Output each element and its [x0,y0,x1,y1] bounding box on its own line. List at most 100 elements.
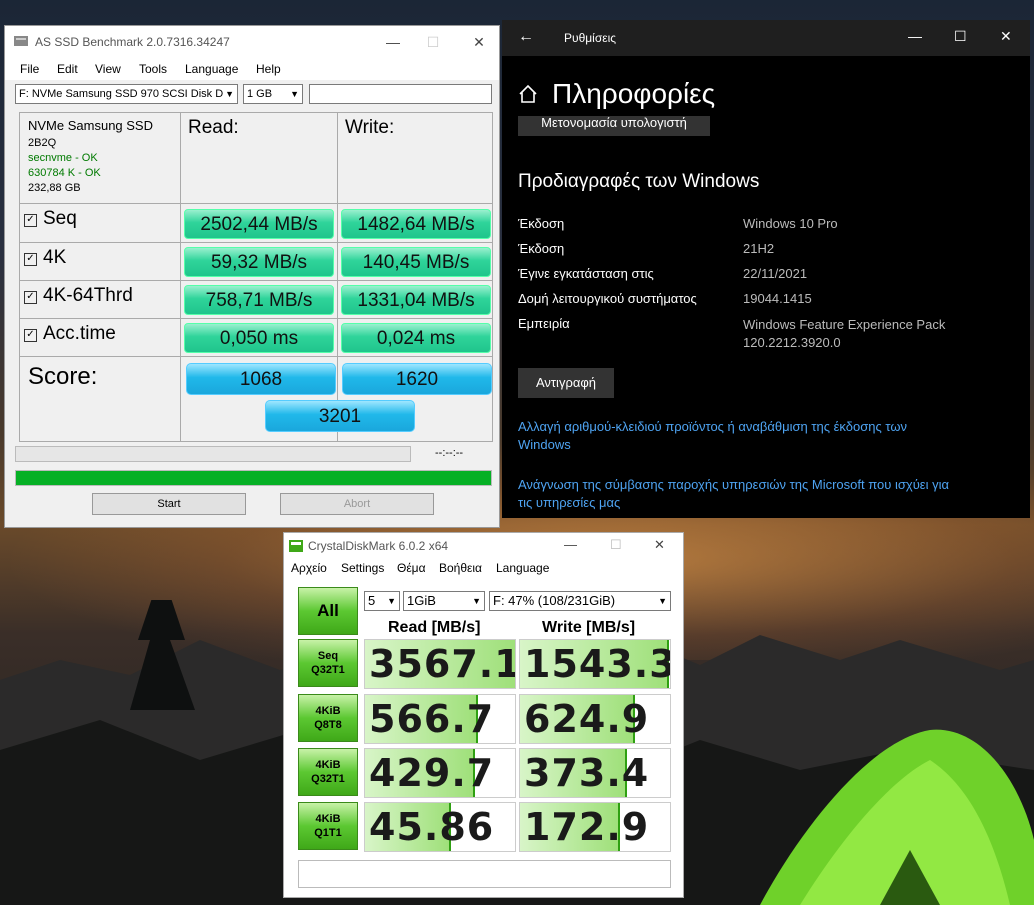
score-write: 1620 [342,363,492,395]
drive-select-value: F: NVMe Samsung SSD 970 SCSI Disk D [19,88,224,100]
size-select[interactable]: 1 GB ▼ [243,84,303,104]
menu-theme[interactable]: Θέμα [397,561,426,575]
test-name: 4KiB [315,759,341,771]
read-result-value: 429.7 [369,751,495,795]
row-label: 4K-64Thrd [43,285,133,306]
checkbox-icon[interactable]: ✓ [24,214,37,227]
row-seq[interactable]: ✓ Seq [24,208,77,230]
menu-file[interactable]: Αρχείο [291,561,327,575]
read-result-value: 3567.1 [369,642,516,686]
window-title: CrystalDiskMark 6.0.2 x64 [308,539,449,553]
test-button[interactable]: Seq Q32T1 [298,639,358,687]
settings-window: ← Ρυθμίσεις — ☐ ✕ Πληροφορίες Μετονομασί… [502,20,1030,518]
row-label: Acc.time [43,323,116,344]
count-select[interactable]: 5 ▼ [364,591,400,611]
read-result-cell: 429.7 [364,748,516,798]
write-result-value: 172.9 [524,805,650,849]
checkbox-icon[interactable]: ✓ [24,291,37,304]
change-product-key-link[interactable]: Αλλαγή αριθμού-κλειδιού προϊόντος ή αναβ… [518,418,963,454]
menu-settings[interactable]: Settings [341,561,384,575]
checkbox-icon[interactable]: ✓ [24,253,37,266]
read-result-value: 45.86 [369,805,495,849]
drive-select[interactable]: F: NVMe Samsung SSD 970 SCSI Disk D ▼ [15,84,238,104]
results-grid: NVMe Samsung SSD 2B2Q secnvme - OK 63078… [19,112,493,442]
all-button[interactable]: All [298,587,358,635]
drive-firmware: 2B2Q [28,137,57,149]
maximize-button[interactable]: ☐ [954,28,967,45]
spec-value: 21H2 [743,241,775,256]
checkbox-icon[interactable]: ✓ [24,329,37,342]
write-result-value: 624.9 [524,697,650,741]
spec-label: Έκδοση [518,241,565,256]
search-field[interactable] [309,84,492,104]
drive-info: NVMe Samsung SSD 2B2Q secnvme - OK 63078… [28,118,153,196]
read-header: Read: [188,117,239,138]
rename-pc-button[interactable]: Μετονομασία υπολογιστή [518,116,710,136]
comment-field[interactable] [298,860,671,888]
menu-file[interactable]: File [20,62,39,76]
spec-value: Windows Feature Experience Pack 120.2212… [743,317,946,350]
test-button[interactable]: 4KiB Q32T1 [298,748,358,796]
score-read: 1068 [186,363,336,395]
chevron-down-icon: ▼ [472,596,481,606]
settings-title-bar: ← Ρυθμίσεις — ☐ ✕ [502,20,1030,56]
minimize-button[interactable]: — [908,28,922,44]
home-icon[interactable] [518,84,538,104]
progress-bar [15,470,492,486]
menu-help[interactable]: Βοήθεια [439,561,482,575]
menu-help[interactable]: Help [256,62,281,76]
test-name: 4KiB [315,813,341,825]
abort-button[interactable]: Abort [280,493,434,515]
row-4k[interactable]: ✓ 4K [24,247,66,269]
write-result-cell: 172.9 [519,802,671,852]
drive-select-value: F: 47% (108/231GiB) [493,593,616,608]
close-button[interactable]: ✕ [1000,28,1012,45]
acc-read-value: 0,050 ms [184,323,334,353]
settings-title: Ρυθμίσεις [564,31,617,45]
close-button[interactable]: ✕ [654,537,665,553]
test-queue: Q32T1 [311,664,345,676]
drive-capacity: 232,88 GB [28,182,81,194]
back-arrow-icon[interactable]: ← [518,28,534,46]
maximize-button[interactable]: ☐ [423,32,443,52]
maximize-button[interactable]: ☐ [610,537,622,553]
copy-button[interactable]: Αντιγραφή [518,368,614,398]
read-result-cell: 3567.1 [364,639,516,689]
microsoft-services-agreement-link[interactable]: Ανάγνωση της σύμβασης παροχής υπηρεσιών … [518,476,963,512]
test-name: Seq [317,650,339,662]
menu-tools[interactable]: Tools [139,62,167,76]
row-acc-time[interactable]: ✓ Acc.time [24,323,116,345]
page-title: Πληροφορίες [552,78,716,109]
test-button[interactable]: 4KiB Q1T1 [298,802,358,850]
chevron-down-icon: ▼ [387,596,396,606]
spec-label: Έκδοση [518,216,565,231]
4k64-read-value: 758,71 MB/s [184,285,334,315]
seq-write-value: 1482,64 MB/s [341,209,491,239]
start-button[interactable]: Start [92,493,246,515]
drive-name: NVMe Samsung SSD [28,118,153,133]
test-button[interactable]: 4KiB Q8T8 [298,694,358,742]
size-select[interactable]: 1GiB ▼ [403,591,485,611]
window-title: AS SSD Benchmark 2.0.7316.34247 [35,35,230,49]
write-result-cell: 373.4 [519,748,671,798]
driver-status: secnvme - OK [28,152,98,164]
drive-select[interactable]: F: 47% (108/231GiB) ▼ [489,591,671,611]
menu-language[interactable]: Language [185,62,238,76]
menu-view[interactable]: View [95,62,121,76]
score-label: Score: [28,363,98,390]
minimize-button[interactable]: — [383,32,403,52]
menu-edit[interactable]: Edit [57,62,78,76]
write-result-value: 373.4 [524,751,650,795]
4k64-write-value: 1331,04 MB/s [341,285,491,315]
minimize-button[interactable]: — [564,537,577,552]
test-queue: Q1T1 [314,827,342,839]
crystaldiskmark-window: CrystalDiskMark 6.0.2 x64 — ☐ ✕ Αρχείο S… [283,532,684,898]
test-queue: Q32T1 [311,773,345,785]
close-button[interactable]: ✕ [469,32,489,52]
as-ssd-title-bar: AS SSD Benchmark 2.0.7316.34247 — ☐ ✕ [5,26,499,58]
row-4k-64thrd[interactable]: ✓ 4K-64Thrd [24,285,133,307]
read-header: Read [MB/s] [388,619,481,636]
progress-bar-small [15,446,411,462]
menu-language[interactable]: Language [496,561,549,575]
size-select-value: 1GiB [407,593,436,608]
